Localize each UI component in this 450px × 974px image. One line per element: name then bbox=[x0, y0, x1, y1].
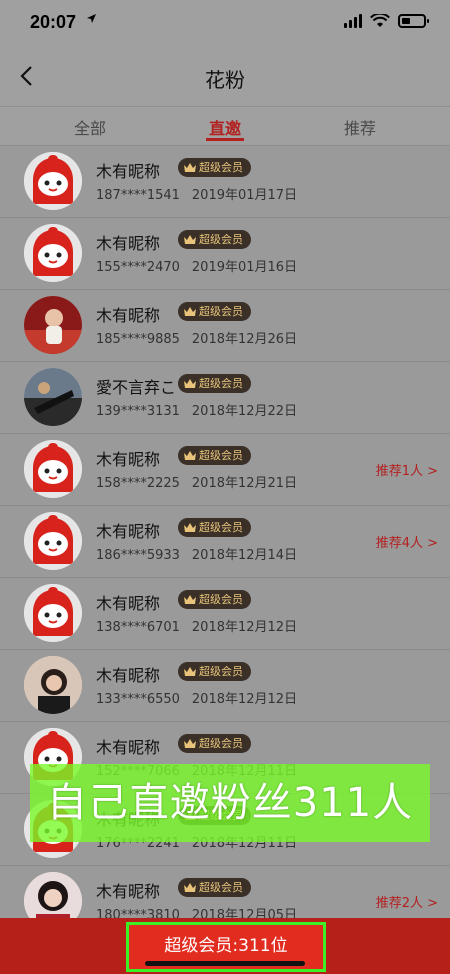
super-member-badge: 超级会员 bbox=[178, 302, 251, 321]
member-name: 木有昵称 bbox=[96, 162, 161, 181]
member-phone: 185****9885 bbox=[96, 332, 180, 347]
super-member-badge: 超级会员 bbox=[178, 590, 251, 609]
recommend-count-link[interactable]: 推荐1人 > bbox=[376, 460, 438, 479]
badge-label: 超级会员 bbox=[199, 521, 243, 534]
member-phone: 133****6550 bbox=[96, 692, 180, 707]
member-meta: 138****6701 2018年12月12日 bbox=[96, 616, 297, 635]
badge-label: 超级会员 bbox=[199, 449, 243, 462]
cellular-signal-icon bbox=[344, 14, 362, 28]
nav-bar: 花粉 bbox=[0, 46, 450, 106]
list-item[interactable]: 木有昵称 超级会员 133****6550 2018年12月12日 bbox=[0, 650, 450, 722]
super-member-badge: 超级会员 bbox=[178, 662, 251, 681]
member-phone: 138****6701 bbox=[96, 620, 180, 635]
member-join-date: 2019年01月16日 bbox=[191, 260, 298, 275]
super-member-badge: 超级会员 bbox=[178, 446, 251, 465]
member-meta: 155****2470 2019年01月16日 bbox=[96, 256, 297, 275]
location-arrow-icon bbox=[86, 13, 97, 28]
super-member-badge: 超级会员 bbox=[178, 374, 251, 393]
tab-recommended[interactable]: 推荐 bbox=[320, 115, 400, 139]
crown-icon bbox=[184, 233, 199, 246]
overlay-caption: 自己直邀粉丝311人 bbox=[30, 764, 430, 842]
badge-label: 超级会员 bbox=[199, 737, 243, 750]
recommend-count-link[interactable]: 推荐2人 > bbox=[376, 892, 438, 911]
member-meta: 139****3131 2018年12月22日 bbox=[96, 400, 297, 419]
crown-icon bbox=[184, 737, 199, 750]
member-join-date: 2018年12月26日 bbox=[191, 332, 298, 347]
active-tab-indicator bbox=[206, 138, 244, 141]
list-item[interactable]: 木有昵称 超级会员 138****6701 2018年12月12日 bbox=[0, 578, 450, 650]
wifi-icon bbox=[370, 14, 390, 27]
badge-label: 超级会员 bbox=[199, 593, 243, 606]
crown-icon bbox=[184, 161, 199, 174]
list-item[interactable]: 木有昵称 超级会员 158****2225 2018年12月21日 推荐1人 > bbox=[0, 434, 450, 506]
super-member-badge: 超级会员 bbox=[178, 230, 251, 249]
member-phone: 186****5933 bbox=[96, 548, 180, 563]
member-meta: 187****1541 2019年01月17日 bbox=[96, 184, 297, 203]
member-join-date: 2019年01月17日 bbox=[191, 188, 298, 203]
status-time: 20:07 bbox=[30, 12, 77, 32]
member-meta: 133****6550 2018年12月12日 bbox=[96, 688, 297, 707]
super-member-badge: 超级会员 bbox=[178, 734, 251, 753]
member-phone: 155****2470 bbox=[96, 260, 180, 275]
member-name: 木有昵称 bbox=[96, 234, 161, 253]
member-phone: 187****1541 bbox=[96, 188, 180, 203]
member-join-date: 2018年12月21日 bbox=[191, 476, 298, 491]
member-name: 木有昵称 bbox=[96, 738, 161, 757]
super-member-badge: 超级会员 bbox=[178, 518, 251, 537]
badge-label: 超级会员 bbox=[199, 665, 243, 678]
list-item[interactable]: 木有昵称 超级会员 187****1541 2019年01月17日 bbox=[0, 146, 450, 218]
tab-direct-invite[interactable]: 直邀 bbox=[185, 115, 265, 139]
badge-label: 超级会员 bbox=[199, 233, 243, 246]
member-meta: 185****9885 2018年12月26日 bbox=[96, 328, 297, 347]
avatar bbox=[24, 152, 82, 210]
super-member-badge: 超级会员 bbox=[178, 158, 251, 177]
member-name: 木有昵称 bbox=[96, 450, 161, 469]
member-join-date: 2018年12月22日 bbox=[191, 404, 298, 419]
crown-icon bbox=[184, 593, 199, 606]
tab-all[interactable]: 全部 bbox=[50, 115, 130, 139]
member-join-date: 2018年12月14日 bbox=[191, 548, 298, 563]
avatar bbox=[24, 296, 82, 354]
badge-label: 超级会员 bbox=[199, 881, 243, 894]
member-meta: 158****2225 2018年12月21日 bbox=[96, 472, 297, 491]
battery-icon bbox=[398, 14, 429, 28]
member-name: 木有昵称 bbox=[96, 522, 161, 541]
badge-label: 超级会员 bbox=[199, 377, 243, 390]
status-bar: 20:07 bbox=[0, 0, 450, 46]
status-icons bbox=[344, 14, 429, 28]
crown-icon bbox=[184, 665, 199, 678]
recommend-count-link[interactable]: 推荐4人 > bbox=[376, 532, 438, 551]
member-join-date: 2018年12月12日 bbox=[191, 692, 298, 707]
avatar bbox=[24, 512, 82, 570]
crown-icon bbox=[184, 881, 199, 894]
list-item[interactable]: 木有昵称 超级会员 185****9885 2018年12月26日 bbox=[0, 290, 450, 362]
crown-icon bbox=[184, 449, 199, 462]
badge-label: 超级会员 bbox=[199, 161, 243, 174]
member-phone: 139****3131 bbox=[96, 404, 180, 419]
member-name: 木有昵称 bbox=[96, 594, 161, 613]
avatar bbox=[24, 368, 82, 426]
member-name: 木有昵称 bbox=[96, 306, 161, 325]
member-meta: 186****5933 2018年12月14日 bbox=[96, 544, 297, 563]
member-name: 愛不言弃こ bbox=[96, 378, 177, 397]
member-phone: 158****2225 bbox=[96, 476, 180, 491]
avatar bbox=[24, 656, 82, 714]
badge-label: 超级会员 bbox=[199, 305, 243, 318]
list-item[interactable]: 木有昵称 超级会员 155****2470 2019年01月16日 bbox=[0, 218, 450, 290]
avatar bbox=[24, 440, 82, 498]
crown-icon bbox=[184, 521, 199, 534]
member-join-date: 2018年12月12日 bbox=[191, 620, 298, 635]
avatar bbox=[24, 584, 82, 642]
crown-icon bbox=[184, 377, 199, 390]
member-name: 木有昵称 bbox=[96, 882, 161, 901]
home-indicator bbox=[145, 961, 305, 966]
member-name: 木有昵称 bbox=[96, 666, 161, 685]
crown-icon bbox=[184, 305, 199, 318]
super-member-badge: 超级会员 bbox=[178, 878, 251, 897]
avatar bbox=[24, 224, 82, 282]
page-title: 花粉 bbox=[205, 68, 245, 92]
list-item[interactable]: 木有昵称 超级会员 186****5933 2018年12月14日 推荐4人 > bbox=[0, 506, 450, 578]
list-item[interactable]: 愛不言弃こ 超级会员 139****3131 2018年12月22日 bbox=[0, 362, 450, 434]
